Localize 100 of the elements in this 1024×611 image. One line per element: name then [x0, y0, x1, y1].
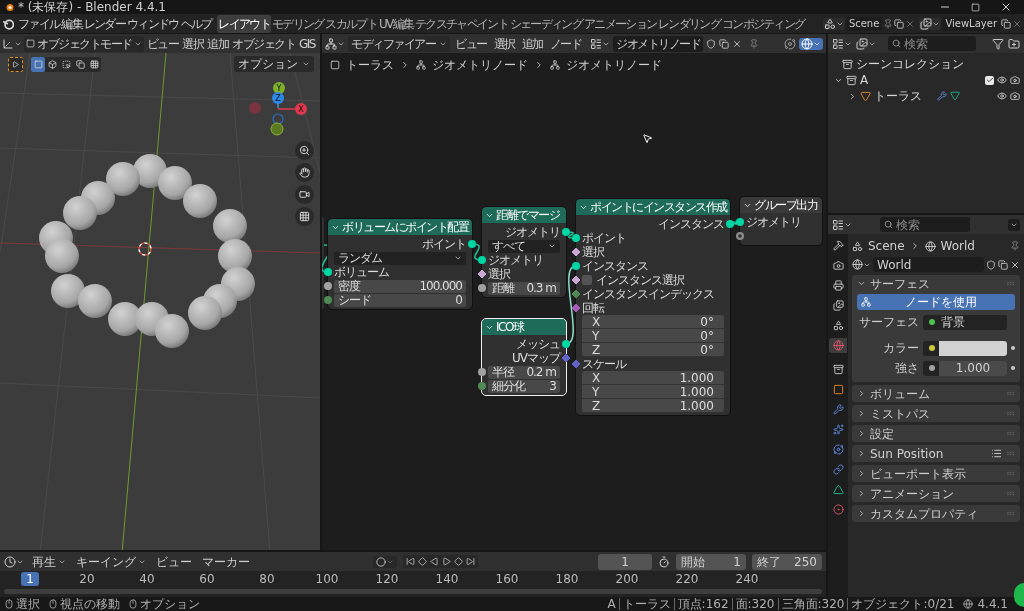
socket-dot[interactable]	[324, 268, 332, 276]
number-field[interactable]: 1.000	[939, 360, 1007, 376]
select-mode-button[interactable]	[87, 57, 101, 72]
menu-item[interactable]: GIS	[298, 34, 316, 53]
axis-handle[interactable]	[272, 113, 284, 125]
navigation-button[interactable]	[295, 207, 314, 226]
close-icon[interactable]	[1010, 259, 1020, 270]
workspace-tab[interactable]: テクスチャペイント	[414, 14, 509, 33]
node-header[interactable]: 距離でマージ	[482, 207, 566, 223]
sphere-icon[interactable]	[801, 37, 813, 50]
number-field[interactable]: 距離 0.3 m	[488, 281, 560, 295]
socket-dot[interactable]	[562, 340, 570, 348]
search-field[interactable]: 検索	[880, 217, 970, 232]
socket-dot[interactable]	[478, 256, 486, 264]
workspace-tab[interactable]: コンポジティング	[720, 14, 806, 33]
breadcrumb-item[interactable]: ジオメトリノード	[566, 59, 662, 71]
start-frame-field[interactable]: 開始 1	[676, 553, 746, 570]
select-mode-button[interactable]	[73, 57, 87, 72]
jump-start-icon[interactable]	[405, 557, 415, 566]
menu-item[interactable]: ビュー	[453, 34, 489, 53]
shield-icon[interactable]	[706, 38, 716, 49]
copy-icon[interactable]	[1001, 18, 1011, 29]
socket-diamond[interactable]	[572, 304, 580, 312]
camera-icon[interactable]	[1010, 75, 1020, 85]
panel-header[interactable]: ミストパス	[852, 405, 1020, 422]
end-frame-field[interactable]: 終了 250	[752, 553, 822, 570]
select-mode-button[interactable]	[59, 57, 73, 72]
checkbox[interactable]	[985, 75, 994, 85]
dropdown-button[interactable]	[1008, 218, 1020, 231]
use-nodes-button[interactable]: ノードを使用	[857, 294, 1015, 310]
outliner-item[interactable]: シーンコレクション	[856, 58, 964, 70]
axis-handle[interactable]	[249, 102, 261, 114]
filter-icon[interactable]	[992, 37, 1004, 50]
socket-diamond[interactable]	[572, 248, 580, 256]
scene-field[interactable]: Scene	[845, 16, 883, 31]
editor-type-icon[interactable]	[325, 37, 337, 50]
socket-dot[interactable]	[726, 220, 734, 228]
number-field[interactable]: 密度 100.000	[334, 279, 466, 293]
menu-item[interactable]: ビュー	[154, 555, 194, 568]
socket-dot[interactable]	[562, 228, 570, 236]
breadcrumb-item[interactable]: ジオメトリノード	[432, 59, 528, 71]
socket-diamond[interactable]	[572, 290, 580, 298]
editor-type-icon[interactable]	[4, 555, 16, 568]
copy-icon[interactable]	[998, 259, 1008, 270]
select-mode-button[interactable]	[45, 57, 59, 72]
view-layer-field[interactable]: ViewLayer	[942, 16, 1000, 31]
previous-keyframe-icon[interactable]	[417, 557, 427, 566]
menu-item[interactable]: 再生	[30, 555, 68, 568]
jump-end-icon[interactable]	[465, 557, 475, 566]
node[interactable]: グループ出力 ジオメトリ	[740, 197, 822, 245]
number-field[interactable]: Y 0°	[582, 329, 724, 343]
editor-type-icon[interactable]	[832, 37, 844, 50]
menu-item[interactable]: ノード	[547, 34, 583, 53]
socket-dot[interactable]	[736, 232, 744, 240]
current-frame-marker[interactable]: 1	[21, 571, 39, 586]
pin-icon[interactable]	[883, 18, 894, 29]
breadcrumb-item[interactable]: Scene	[868, 240, 905, 252]
panel-header[interactable]: サーフェス	[852, 275, 1020, 292]
panel-header[interactable]: ボリューム	[852, 385, 1020, 402]
scene-icon[interactable]	[823, 17, 836, 30]
options-dropdown[interactable]: オプション	[234, 56, 314, 72]
number-field[interactable]: X 1.000	[582, 371, 724, 385]
axis-handle[interactable]: X	[277, 103, 307, 115]
workspace-tab[interactable]: スカルプト	[324, 14, 378, 33]
workspace-tab[interactable]: シェーディング	[508, 14, 583, 33]
workspace-tab[interactable]: レイアウト	[217, 14, 271, 33]
pin-icon[interactable]	[1010, 241, 1020, 251]
socket-dot[interactable]	[324, 296, 332, 304]
checkbox[interactable]	[582, 275, 592, 285]
menu-item[interactable]: キーイング	[74, 555, 148, 568]
panel-header[interactable]: アニメーション	[852, 485, 1020, 502]
socket-diamond[interactable]	[572, 360, 580, 368]
display-mode-icon[interactable]	[856, 37, 868, 50]
eye-icon[interactable]	[997, 75, 1007, 85]
navigation-button[interactable]	[295, 141, 314, 160]
shield-icon[interactable]	[986, 259, 996, 270]
menu-item[interactable]: ヘルプ	[179, 14, 213, 33]
shader-field[interactable]: 背景	[923, 314, 1007, 330]
search-field[interactable]: 検索	[888, 36, 976, 51]
panel-header[interactable]: カスタムプロパティ	[852, 505, 1020, 522]
play-icon[interactable]	[441, 557, 451, 566]
overlay-icon[interactable]	[784, 37, 796, 50]
panel-header[interactable]: 設定	[852, 425, 1020, 442]
expand-toggle[interactable]	[848, 91, 857, 101]
workspace-tab[interactable]: アニメーション	[583, 14, 658, 33]
breadcrumb-item[interactable]: トーラス	[346, 59, 394, 71]
timer-icon[interactable]	[658, 555, 670, 568]
breadcrumb-item[interactable]: World	[940, 240, 975, 252]
menu-item[interactable]: 選択	[491, 34, 517, 53]
play-reverse-icon[interactable]	[429, 557, 439, 566]
number-field[interactable]: Z 1.000	[582, 399, 724, 413]
menu-item[interactable]: レンダー	[82, 14, 126, 33]
menu-item[interactable]: ウィンドウ	[126, 14, 180, 33]
node-header[interactable]: ボリュームにポイント配置	[328, 219, 472, 235]
node-tree-icon[interactable]	[590, 37, 602, 50]
camera-icon[interactable]	[1010, 91, 1020, 101]
mode-dropdown[interactable]: オブジェクトモード	[24, 35, 144, 52]
editor-dropdown[interactable]: モディファイアー	[348, 35, 450, 52]
number-field[interactable]: シード 0	[334, 293, 466, 307]
workspace-tab[interactable]: UV編集	[378, 14, 415, 33]
